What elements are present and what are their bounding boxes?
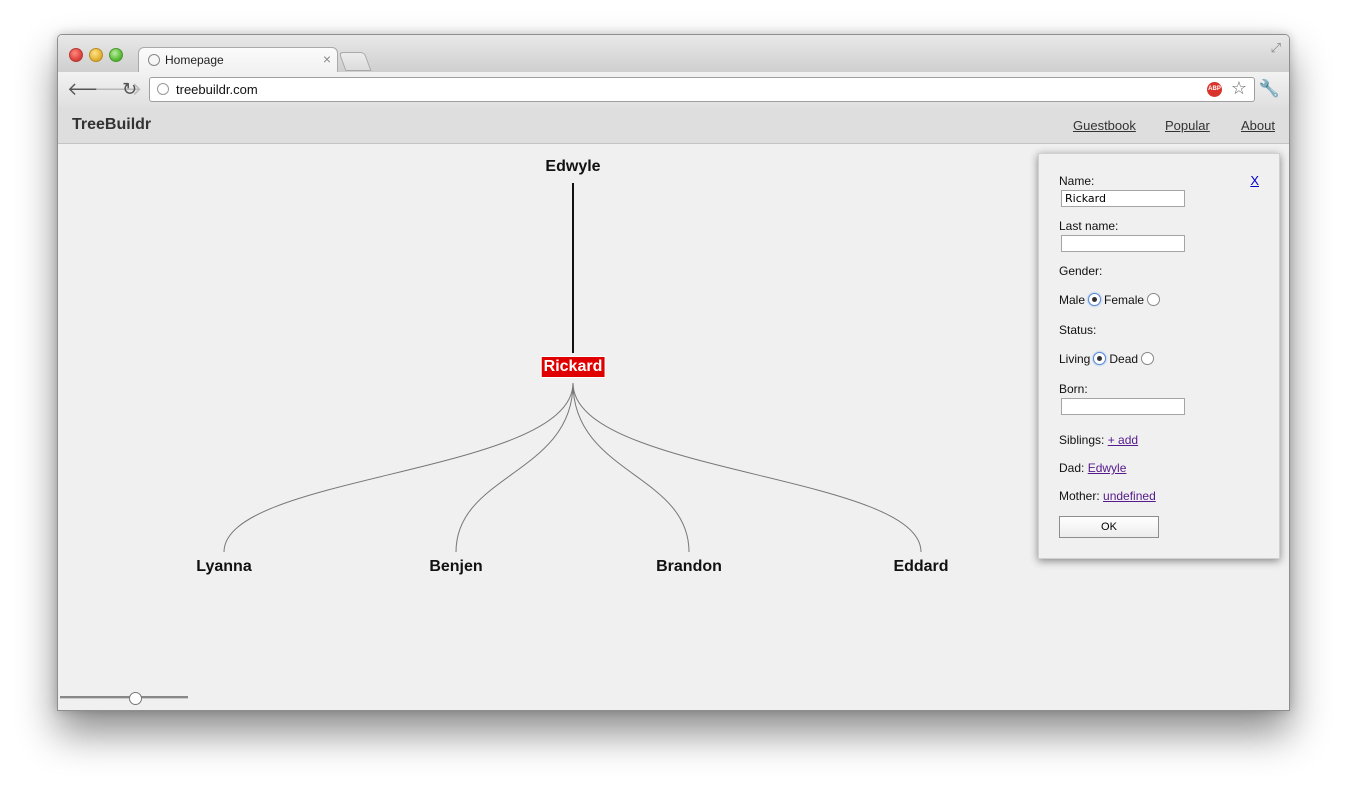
address-bar[interactable]: treebuildr.com ABP ☆ [149, 77, 1255, 102]
browser-toolbar: 🡐 🡒 ↻ treebuildr.com ABP ☆ 🔧 [58, 72, 1289, 108]
mother-row: Mother: undefined [1059, 489, 1156, 503]
tab-homepage[interactable]: Homepage × [138, 47, 338, 73]
fullscreen-icon[interactable]: ⤢ [1271, 40, 1281, 56]
reload-icon[interactable]: ↻ [122, 79, 137, 99]
person-editor-panel: X Name: Last name: Gender: Male Female St… [1038, 153, 1280, 559]
status-living-radio[interactable] [1093, 352, 1107, 365]
link-child [572, 382, 690, 553]
tree-canvas[interactable]: Edwyle Rickard Lyanna Benjen Brandon Edd… [58, 144, 1289, 710]
node-rickard-selected[interactable]: Rickard [540, 356, 606, 378]
node-eddard[interactable]: Eddard [893, 558, 948, 576]
status-label: Status: [1059, 323, 1097, 337]
name-label: Name: [1059, 174, 1095, 188]
dad-link[interactable]: Edwyle [1088, 461, 1127, 475]
siblings-row: Siblings: + add [1059, 433, 1138, 447]
brand-logo[interactable]: TreeBuildr [72, 116, 151, 134]
mother-link[interactable]: undefined [1103, 489, 1156, 503]
dad-row: Dad: Edwyle [1059, 461, 1126, 475]
tab-title: Homepage [165, 53, 224, 67]
lastname-label: Last name: [1059, 219, 1119, 233]
born-label: Born: [1059, 382, 1088, 396]
globe-icon [148, 54, 160, 66]
tab-strip: Homepage × ⤢ [58, 35, 1289, 73]
nav-guestbook[interactable]: Guestbook [1073, 118, 1136, 133]
new-tab-button[interactable] [338, 52, 372, 71]
node-brandon[interactable]: Brandon [656, 558, 722, 576]
gender-label: Gender: [1059, 264, 1103, 278]
tab-close-icon[interactable]: × [323, 51, 331, 67]
dad-label: Dad: [1059, 461, 1085, 475]
gender-male-radio[interactable] [1088, 293, 1102, 306]
siblings-label: Siblings: [1059, 433, 1105, 447]
gender-options: Male Female [1059, 293, 1163, 307]
node-benjen[interactable]: Benjen [429, 558, 482, 576]
globe-icon [157, 83, 169, 95]
app-header: TreeBuildr Guestbook Popular About [58, 107, 1289, 144]
gender-female-radio[interactable] [1147, 293, 1161, 306]
zoom-slider-thumb[interactable] [129, 692, 142, 705]
close-panel-link[interactable]: X [1250, 173, 1259, 188]
zoom-window-button[interactable] [109, 48, 123, 62]
ok-button[interactable]: OK [1059, 516, 1159, 538]
url-text[interactable]: treebuildr.com [176, 82, 258, 97]
browser-window: Homepage × ⤢ 🡐 🡒 ↻ treebuildr.com ABP ☆ … [57, 34, 1290, 711]
zoom-slider-track[interactable] [60, 696, 188, 699]
nav-about[interactable]: About [1241, 118, 1275, 133]
born-input[interactable] [1061, 398, 1185, 415]
node-lyanna[interactable]: Lyanna [196, 558, 251, 576]
status-living-label: Living [1059, 352, 1091, 366]
status-dead-radio[interactable] [1141, 352, 1155, 365]
gender-male-label: Male [1059, 293, 1086, 307]
name-input[interactable] [1061, 190, 1185, 207]
gender-female-label: Female [1104, 293, 1145, 307]
bookmark-star-icon[interactable]: ☆ [1231, 78, 1247, 99]
status-options: Living Dead [1059, 352, 1157, 366]
add-sibling-link[interactable]: + add [1108, 433, 1138, 447]
wrench-icon[interactable]: 🔧 [1259, 79, 1280, 99]
lastname-input[interactable] [1061, 235, 1185, 252]
close-window-button[interactable] [69, 48, 83, 62]
adblock-icon[interactable]: ABP [1207, 82, 1222, 97]
status-dead-label: Dead [1109, 352, 1139, 366]
mother-label: Mother: [1059, 489, 1100, 503]
minimize-window-button[interactable] [89, 48, 103, 62]
node-edwyle[interactable]: Edwyle [545, 158, 600, 176]
nav-popular[interactable]: Popular [1165, 118, 1210, 133]
link-child [455, 382, 574, 553]
